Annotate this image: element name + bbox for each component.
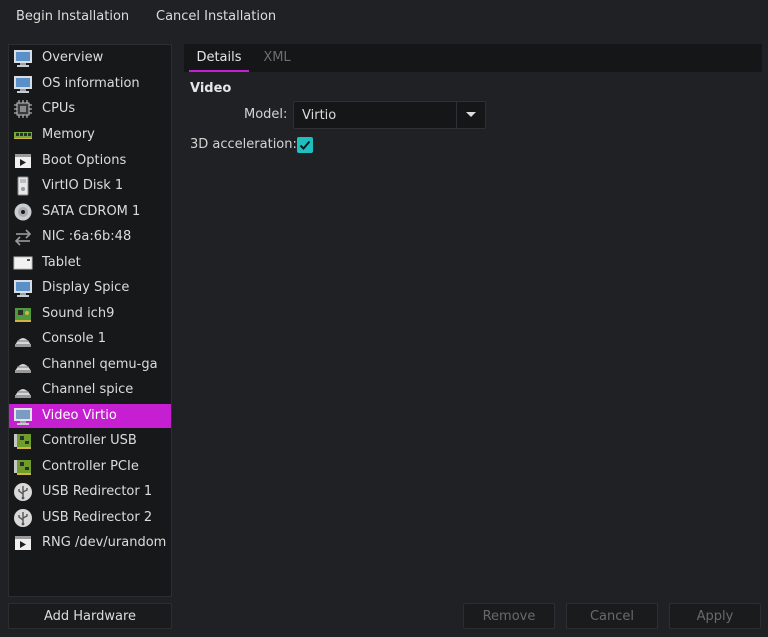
sidebar-item-os-information[interactable]: OS information — [9, 72, 171, 96]
sidebar-item-display-spice[interactable]: Display Spice — [9, 276, 171, 300]
controller-card-icon — [14, 434, 31, 449]
monitor-icon — [14, 50, 32, 67]
network-arrows-icon — [14, 229, 32, 246]
sidebar-item-label: Channel qemu-ga — [42, 357, 158, 372]
usb-icon — [14, 483, 32, 501]
monitor-icon — [14, 280, 32, 297]
installation-toolbar: Begin Installation Cancel Installation — [0, 0, 768, 34]
sidebar-item-label: RNG /dev/urandom — [42, 535, 167, 550]
rng-window-icon — [15, 536, 31, 550]
sidebar-item-label: VirtIO Disk 1 — [42, 178, 124, 193]
sidebar-item-memory[interactable]: Memory — [9, 123, 171, 147]
sidebar-item-tablet[interactable]: Tablet — [9, 251, 171, 275]
sidebar-item-label: Controller USB — [42, 433, 137, 448]
sidebar-item-label: Controller PCIe — [42, 459, 139, 474]
check-icon — [299, 140, 311, 150]
model-dropdown-button[interactable] — [456, 102, 485, 128]
sidebar-item-label: Console 1 — [42, 331, 107, 346]
sidebar-item-label: Display Spice — [42, 280, 130, 295]
sidebar-item-label: Overview — [42, 50, 104, 65]
cpu-chip-icon — [14, 100, 32, 118]
3d-acceleration-checkbox[interactable] — [297, 137, 313, 153]
add-hardware-button[interactable]: Add Hardware — [8, 603, 172, 629]
begin-installation-button[interactable]: Begin Installation — [16, 8, 129, 26]
sidebar-item-label: Video Virtio — [42, 408, 117, 423]
disk-icon — [17, 176, 29, 196]
sidebar-item-usb-redirector-1[interactable]: USB Redirector 1 — [9, 480, 171, 504]
sound-card-icon — [15, 308, 31, 322]
sidebar-item-sound[interactable]: Sound ich9 — [9, 302, 171, 326]
remove-button[interactable]: Remove — [463, 603, 555, 629]
sidebar-item-boot-options[interactable]: Boot Options — [9, 149, 171, 173]
tab-details[interactable]: Details — [189, 44, 249, 72]
model-select[interactable]: Virtio — [293, 101, 486, 129]
sidebar-item-label: Sound ich9 — [42, 306, 115, 321]
sidebar-item-console[interactable]: Console 1 — [9, 327, 171, 351]
sidebar-item-rng[interactable]: RNG /dev/urandom — [9, 531, 171, 555]
serial-console-icon — [15, 364, 31, 373]
controller-card-icon — [14, 460, 31, 475]
hardware-list: Overview OS information CPUs Memory Boot… — [8, 44, 172, 597]
sidebar-item-label: Tablet — [42, 255, 81, 270]
sidebar-item-sata-cdrom[interactable]: SATA CDROM 1 — [9, 200, 171, 224]
sidebar-item-label: OS information — [42, 76, 140, 91]
sidebar-item-label: NIC :6a:6b:48 — [42, 229, 132, 244]
monitor-icon — [14, 76, 32, 93]
sidebar-item-label: CPUs — [42, 101, 76, 116]
tablet-icon — [13, 256, 33, 270]
tab-xml[interactable]: XML — [254, 44, 300, 72]
sidebar-item-label: USB Redirector 2 — [42, 510, 153, 525]
chevron-down-icon — [466, 112, 476, 117]
boot-window-icon — [15, 154, 31, 168]
sidebar-item-label: Memory — [42, 127, 95, 142]
sidebar-item-label: USB Redirector 1 — [42, 484, 153, 499]
sidebar-item-overview[interactable]: Overview — [9, 46, 171, 70]
memory-module-icon — [14, 132, 32, 139]
sidebar-item-label: Boot Options — [42, 153, 127, 168]
sidebar-item-virtio-disk[interactable]: VirtIO Disk 1 — [9, 174, 171, 198]
cdrom-icon — [14, 203, 32, 221]
tab-bar: Details XML — [184, 44, 762, 72]
sidebar-item-cpus[interactable]: CPUs — [9, 97, 171, 121]
video-monitor-icon — [14, 408, 32, 425]
model-select-value: Virtio — [302, 108, 337, 123]
3d-acceleration-label: 3D acceleration: — [190, 137, 297, 152]
section-title: Video — [190, 81, 232, 96]
sidebar-item-video-virtio[interactable]: Video Virtio — [9, 404, 171, 428]
usb-icon — [14, 509, 32, 527]
cancel-button[interactable]: Cancel — [566, 603, 658, 629]
sidebar-item-label: Channel spice — [42, 382, 134, 397]
sidebar-item-channel-qemu-ga[interactable]: Channel qemu-ga — [9, 353, 171, 377]
serial-console-icon — [15, 389, 31, 398]
sidebar-item-channel-spice[interactable]: Channel spice — [9, 378, 171, 402]
sidebar-item-nic[interactable]: NIC :6a:6b:48 — [9, 225, 171, 249]
model-label: Model: — [244, 107, 288, 122]
sidebar-item-controller-pcie[interactable]: Controller PCIe — [9, 455, 171, 479]
sidebar-item-label: SATA CDROM 1 — [42, 204, 141, 219]
cancel-installation-button[interactable]: Cancel Installation — [156, 8, 276, 26]
apply-button[interactable]: Apply — [669, 603, 761, 629]
serial-console-icon — [15, 338, 31, 347]
sidebar-item-usb-redirector-2[interactable]: USB Redirector 2 — [9, 506, 171, 530]
details-panel: Details XML Video Model: Virtio 3D accel… — [184, 44, 762, 597]
sidebar-item-controller-usb[interactable]: Controller USB — [9, 429, 171, 453]
